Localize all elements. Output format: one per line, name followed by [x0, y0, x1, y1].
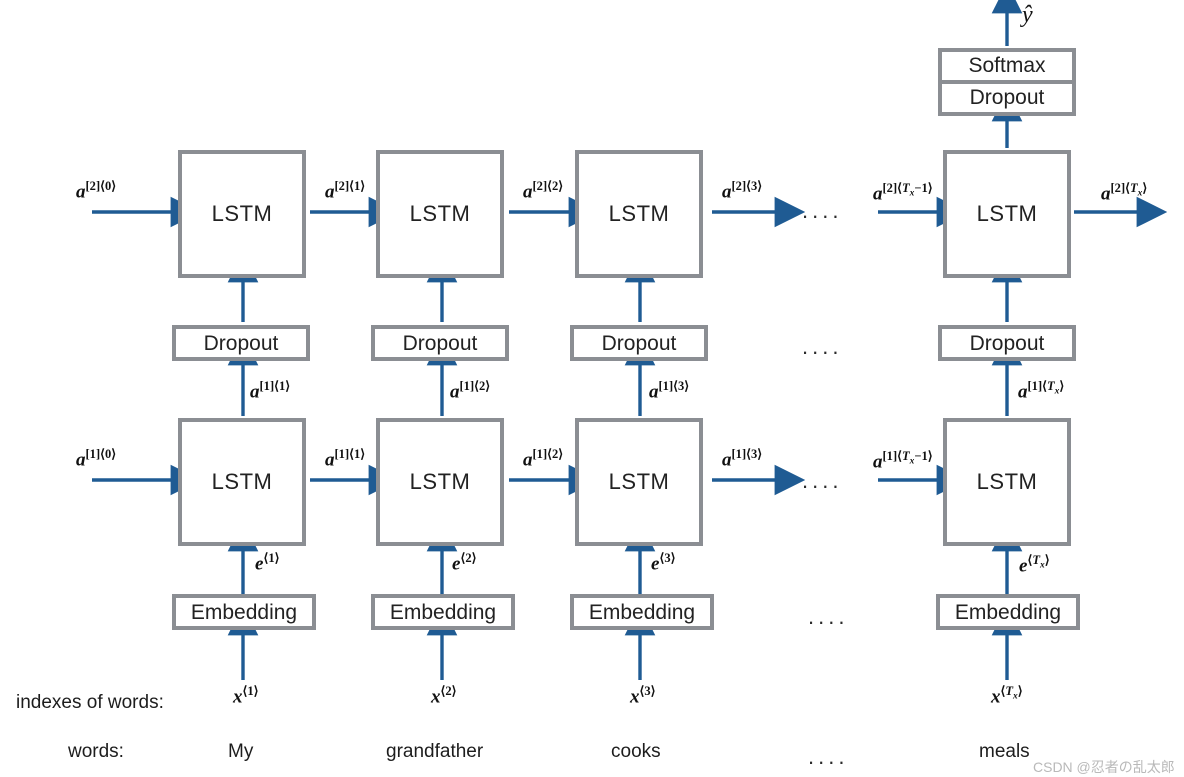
- word-tx: meals: [979, 741, 1030, 762]
- ellipsis-embedding-row: ....: [808, 604, 849, 629]
- label-e-t3: e⟨3⟩: [651, 551, 676, 575]
- label-a2-in-tx: a[2]⟨Tx−1⟩: [873, 181, 933, 205]
- ellipsis-dropout-row: ....: [802, 334, 843, 359]
- lstm-layer2-tx[interactable]: LSTM: [943, 150, 1071, 278]
- label-a1-up-t3: a[1]⟨3⟩: [649, 379, 690, 403]
- softmax-dropout-stack[interactable]: Softmax Dropout: [938, 48, 1076, 116]
- label-y-hat: ŷ: [1022, 2, 1033, 28]
- label-a1-in-tx: a[1]⟨Tx−1⟩: [873, 449, 933, 473]
- label-e-t1: e⟨1⟩: [255, 551, 280, 575]
- embedding-t3[interactable]: Embedding: [570, 594, 714, 630]
- ellipsis-layer1-row: ....: [802, 468, 843, 493]
- lstm-layer1-t2[interactable]: LSTM: [376, 418, 504, 546]
- label-a1-out-t3: a[1]⟨3⟩: [722, 447, 763, 471]
- label-a2-in-t1: a[2]⟨0⟩: [76, 179, 117, 203]
- lstm-label: LSTM: [608, 469, 670, 494]
- lstm-layer2-t2[interactable]: LSTM: [376, 150, 504, 278]
- label-a1-out-t1: a[1]⟨1⟩: [325, 447, 366, 471]
- label-a2-out-t3: a[2]⟨3⟩: [722, 179, 763, 203]
- label-a2-out-t1: a[2]⟨1⟩: [325, 179, 366, 203]
- lstm-layer1-t1[interactable]: LSTM: [178, 418, 306, 546]
- dropout-output-cell[interactable]: Dropout: [942, 84, 1072, 112]
- label-a1-up-tx: a[1]⟨Tx⟩: [1018, 379, 1065, 403]
- label-x-t2: x⟨2⟩: [431, 684, 457, 708]
- dropout-label: Dropout: [969, 86, 1045, 109]
- lstm-layer1-t3[interactable]: LSTM: [575, 418, 703, 546]
- dropout-label: Dropout: [601, 331, 677, 355]
- lstm-label: LSTM: [976, 201, 1038, 226]
- lstm-label: LSTM: [409, 201, 471, 226]
- label-a1-in-t1: a[1]⟨0⟩: [76, 447, 117, 471]
- lstm-layer2-t1[interactable]: LSTM: [178, 150, 306, 278]
- label-a1-up-t2: a[1]⟨2⟩: [450, 379, 491, 403]
- label-a2-out-tx: a[2]⟨Tx⟩: [1101, 181, 1148, 205]
- row-label-indexes-of-words: indexes of words:: [16, 692, 164, 713]
- label-a1-out-t2: a[1]⟨2⟩: [523, 447, 564, 471]
- dropout-layer2-t2[interactable]: Dropout: [371, 325, 509, 361]
- embedding-label: Embedding: [190, 600, 298, 624]
- softmax-cell[interactable]: Softmax: [942, 52, 1072, 84]
- softmax-label: Softmax: [968, 54, 1046, 77]
- diagram-canvas: LSTM Dropout LSTM Embedding a[2]⟨0⟩ a[2]…: [0, 0, 1184, 777]
- dropout-layer2-t3[interactable]: Dropout: [570, 325, 708, 361]
- label-a2-out-t2: a[2]⟨2⟩: [523, 179, 564, 203]
- lstm-label: LSTM: [211, 201, 273, 226]
- word-t3: cooks: [611, 741, 661, 762]
- label-a1-up-t1: a[1]⟨1⟩: [250, 379, 291, 403]
- embedding-label: Embedding: [389, 600, 497, 624]
- label-x-t3: x⟨3⟩: [630, 684, 656, 708]
- embedding-tx[interactable]: Embedding: [936, 594, 1080, 630]
- label-e-tx: e⟨Tx⟩: [1019, 553, 1050, 577]
- label-e-t2: e⟨2⟩: [452, 551, 477, 575]
- lstm-label: LSTM: [211, 469, 273, 494]
- word-t1: My: [228, 741, 254, 762]
- embedding-t1[interactable]: Embedding: [172, 594, 316, 630]
- embedding-t2[interactable]: Embedding: [371, 594, 515, 630]
- dropout-label: Dropout: [969, 331, 1045, 355]
- dropout-layer2-t1[interactable]: Dropout: [172, 325, 310, 361]
- dropout-layer2-tx[interactable]: Dropout: [938, 325, 1076, 361]
- row-label-words: words:: [68, 741, 124, 762]
- word-t2: grandfather: [386, 741, 484, 762]
- dropout-label: Dropout: [203, 331, 279, 355]
- watermark: CSDN @忍者の乱太郎: [1033, 759, 1175, 775]
- label-x-t1: x⟨1⟩: [233, 684, 259, 708]
- ellipsis-words-row: ....: [808, 744, 849, 769]
- dropout-label: Dropout: [402, 331, 478, 355]
- lstm-label: LSTM: [976, 469, 1038, 494]
- lstm-label: LSTM: [409, 469, 471, 494]
- lstm-label: LSTM: [608, 201, 670, 226]
- lstm-layer1-tx[interactable]: LSTM: [943, 418, 1071, 546]
- ellipsis-layer2-row: ....: [802, 198, 843, 223]
- lstm-layer2-t3[interactable]: LSTM: [575, 150, 703, 278]
- arrow-layer: [0, 0, 1184, 777]
- embedding-label: Embedding: [954, 600, 1062, 624]
- label-x-tx: x⟨Tx⟩: [991, 684, 1023, 708]
- embedding-label: Embedding: [588, 600, 696, 624]
